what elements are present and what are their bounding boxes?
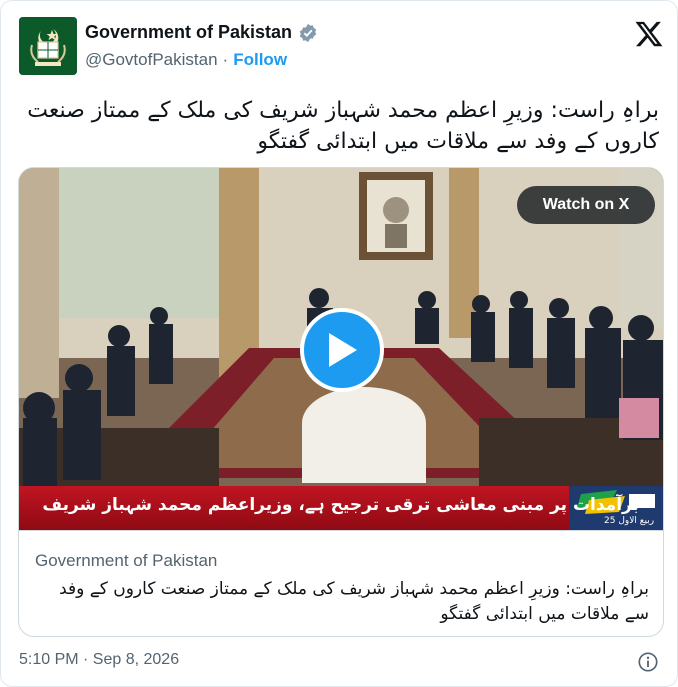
separator: · <box>222 50 229 69</box>
ticker-date: 25 ربیع الاول <box>604 516 655 526</box>
emblem-icon <box>19 17 77 75</box>
x-logo-icon[interactable] <box>634 19 664 49</box>
handle[interactable]: @GovtofPakistan <box>85 50 218 70</box>
tweet-header: Government of Pakistan @GovtofPakistan ·… <box>19 17 664 77</box>
link-preview-title: براہِ راست: وزیرِ اعظم محمد شہباز شریف ک… <box>59 579 649 624</box>
video-player[interactable]: Watch on X برآمدات پر مبنی معاشی ترقی تر… <box>19 168 663 530</box>
tweet-timestamp[interactable]: 5:10 PM · Sep 8, 2026 <box>19 651 179 669</box>
play-icon <box>329 333 357 367</box>
media-card[interactable]: Watch on X برآمدات پر مبنی معاشی ترقی تر… <box>18 167 664 637</box>
name-row: Government of Pakistan <box>85 22 318 43</box>
watch-on-x-button[interactable]: Watch on X <box>517 186 655 224</box>
link-preview-source: Government of Pakistan <box>35 551 218 570</box>
info-icon[interactable] <box>637 651 659 673</box>
tweet-card: Government of Pakistan @GovtofPakistan ·… <box>0 0 678 687</box>
link-preview[interactable]: Government of Pakistan براہِ راست: وزیرِ… <box>19 530 663 636</box>
handle-row: @GovtofPakistan · Follow <box>85 50 287 70</box>
ticker-text: برآمدات پر مبنی معاشی ترقی ترجیح ہے، وزی… <box>42 495 639 515</box>
display-name[interactable]: Government of Pakistan <box>85 22 292 43</box>
news-ticker: برآمدات پر مبنی معاشی ترقی ترجیح ہے، وزی… <box>19 486 663 530</box>
follow-button[interactable]: Follow <box>233 50 287 70</box>
tweet-text: براہِ راست: وزیرِ اعظم محمد شہباز شریف ک… <box>27 98 659 154</box>
verified-badge-icon <box>299 23 317 42</box>
play-button[interactable] <box>300 308 384 392</box>
avatar[interactable] <box>19 17 77 75</box>
